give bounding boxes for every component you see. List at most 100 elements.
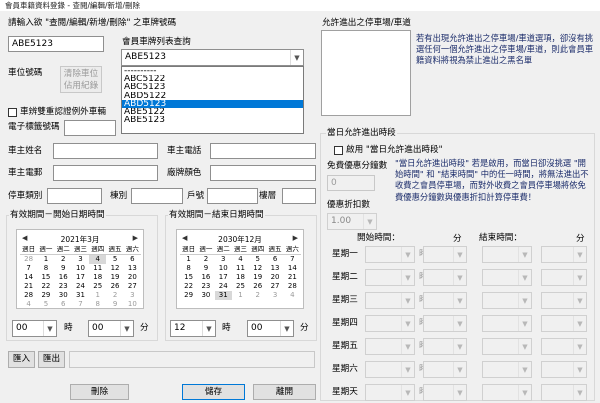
discount-combo[interactable]: 1.00 ▼: [327, 213, 377, 230]
start-calendar-grid[interactable]: 週日 週一 週二 週三 週四 週五 週六 28 1 2 3 4 5 6 7 8 9 10 11 12 13 14 15…: [20, 245, 141, 309]
weekday-start-hour[interactable]: ▼: [365, 315, 415, 332]
start-hour-combo[interactable]: 00 ▼: [12, 320, 57, 337]
free-minutes-input[interactable]: 0: [327, 175, 375, 191]
chevron-down-icon[interactable]: ▼: [290, 50, 303, 65]
chevron-down-icon[interactable]: ▼: [573, 270, 586, 285]
weekday-start-hour[interactable]: ▼: [365, 292, 415, 309]
end-calendar[interactable]: ◀ 2030年12月 ▶ 週日 週一 週二 週三 週四 週五 週六 1234567 8 9 10…: [176, 229, 304, 309]
weekday-start-hour[interactable]: ▼: [365, 361, 415, 378]
export-button[interactable]: 匯出: [38, 351, 65, 368]
plate-input[interactable]: ABE5123: [8, 36, 104, 52]
weekday-end-minute[interactable]: ▼: [541, 361, 587, 378]
chevron-down-icon[interactable]: ▼: [401, 362, 414, 377]
plate-option[interactable]: ABC5123: [122, 83, 303, 91]
plate-dropdown-list[interactable]: ---------- ABC5122 ABC5123 ABD5122 ABD51…: [121, 66, 304, 134]
chevron-down-icon[interactable]: ▼: [573, 339, 586, 354]
chevron-down-icon[interactable]: ▼: [453, 316, 466, 331]
park-no-button[interactable]: 車位號碼: [8, 66, 48, 84]
phone-input[interactable]: [210, 143, 316, 159]
end-minute-combo[interactable]: 00 ▼: [247, 320, 294, 337]
chevron-down-icon[interactable]: ▼: [43, 321, 56, 336]
chevron-down-icon[interactable]: ▼: [453, 247, 466, 262]
weekday-start-minute[interactable]: ▼: [423, 384, 467, 401]
color-input[interactable]: [210, 165, 316, 181]
email-input[interactable]: [53, 165, 158, 181]
plate-option[interactable]: ----------: [122, 67, 303, 75]
end-hour-combo[interactable]: 12 ▼: [170, 320, 216, 337]
chevron-down-icon[interactable]: ▼: [453, 293, 466, 308]
weekday-end-hour[interactable]: ▼: [482, 338, 532, 355]
chevron-down-icon[interactable]: ▼: [401, 385, 414, 400]
weekday-end-minute[interactable]: ▼: [541, 384, 587, 401]
allowed-lanes-list[interactable]: [321, 30, 411, 116]
chevron-down-icon[interactable]: ▼: [401, 270, 414, 285]
chevron-down-icon[interactable]: ▼: [202, 321, 215, 336]
chevron-down-icon[interactable]: ▼: [518, 270, 531, 285]
weekday-start-hour[interactable]: ▼: [365, 338, 415, 355]
chevron-down-icon[interactable]: ▼: [573, 362, 586, 377]
save-button[interactable]: 儲存: [182, 384, 245, 400]
end-calendar-grid[interactable]: 週日 週一 週二 週三 週四 週五 週六 1234567 8 9 10 11 12 13 14 15 16…: [180, 245, 301, 300]
weekday-start-minute[interactable]: ▼: [423, 269, 467, 286]
weekday-end-minute[interactable]: ▼: [541, 269, 587, 286]
next-month-icon[interactable]: ▶: [293, 234, 298, 242]
chevron-down-icon[interactable]: ▼: [453, 270, 466, 285]
weekday-end-hour[interactable]: ▼: [482, 246, 532, 263]
weekday-end-hour[interactable]: ▼: [482, 292, 532, 309]
plate-option[interactable]: ABE5122: [122, 108, 303, 116]
weekday-end-minute[interactable]: ▼: [541, 338, 587, 355]
chevron-down-icon[interactable]: ▼: [518, 293, 531, 308]
chevron-down-icon[interactable]: ▼: [518, 339, 531, 354]
plate-option-highlighted[interactable]: ABD5123: [122, 99, 303, 108]
weekday-end-minute[interactable]: ▼: [541, 246, 587, 263]
chevron-down-icon[interactable]: ▼: [573, 247, 586, 262]
clear-park-button[interactable]: 清除車位佔用紀錄: [60, 66, 102, 93]
daily-enable-checkbox[interactable]: [334, 146, 343, 155]
plate-option[interactable]: ABD5122: [122, 92, 303, 100]
weekday-start-minute[interactable]: ▼: [423, 292, 467, 309]
chevron-down-icon[interactable]: ▼: [573, 316, 586, 331]
chevron-down-icon[interactable]: ▼: [518, 362, 531, 377]
floor-input[interactable]: [282, 188, 316, 204]
import-button[interactable]: 匯入: [8, 351, 35, 368]
plate-option[interactable]: ABE5123: [122, 116, 303, 124]
weekday-start-minute[interactable]: ▼: [423, 315, 467, 332]
weekday-start-hour[interactable]: ▼: [365, 269, 415, 286]
chevron-down-icon[interactable]: ▼: [573, 293, 586, 308]
owner-input[interactable]: [53, 143, 158, 159]
etag-input[interactable]: [64, 120, 116, 136]
chevron-down-icon[interactable]: ▼: [401, 293, 414, 308]
delete-button[interactable]: 刪除: [70, 384, 129, 400]
start-calendar[interactable]: ◀ 2021年3月 ▶ 週日 週一 週二 週三 週四 週五 週六 28 1 2 3 4 5 6 7891…: [16, 229, 144, 309]
chevron-down-icon[interactable]: ▼: [453, 385, 466, 400]
category-input[interactable]: [47, 188, 102, 204]
chevron-down-icon[interactable]: ▼: [401, 339, 414, 354]
start-minute-combo[interactable]: 00 ▼: [88, 320, 134, 337]
chevron-down-icon[interactable]: ▼: [518, 385, 531, 400]
weekday-start-hour[interactable]: ▼: [365, 246, 415, 263]
plate-option[interactable]: ABC5122: [122, 75, 303, 83]
weekday-start-hour[interactable]: ▼: [365, 384, 415, 401]
weekday-start-minute[interactable]: ▼: [423, 338, 467, 355]
building-input[interactable]: [131, 188, 183, 204]
weekday-end-minute[interactable]: ▼: [541, 315, 587, 332]
chevron-down-icon[interactable]: ▼: [280, 321, 293, 336]
chevron-down-icon[interactable]: ▼: [518, 247, 531, 262]
chevron-down-icon[interactable]: ▼: [401, 316, 414, 331]
chevron-down-icon[interactable]: ▼: [401, 247, 414, 262]
chevron-down-icon[interactable]: ▼: [573, 385, 586, 400]
weekday-end-hour[interactable]: ▼: [482, 315, 532, 332]
next-month-icon[interactable]: ▶: [133, 234, 138, 242]
unit-input[interactable]: [207, 188, 258, 204]
identify-exception-checkbox[interactable]: [8, 108, 17, 117]
chevron-down-icon[interactable]: ▼: [363, 214, 376, 229]
weekday-start-minute[interactable]: ▼: [423, 246, 467, 263]
chevron-down-icon[interactable]: ▼: [453, 362, 466, 377]
weekday-end-hour[interactable]: ▼: [482, 269, 532, 286]
weekday-end-hour[interactable]: ▼: [482, 361, 532, 378]
chevron-down-icon[interactable]: ▼: [518, 316, 531, 331]
leave-button[interactable]: 離開: [253, 384, 316, 400]
weekday-end-hour[interactable]: ▼: [482, 384, 532, 401]
plate-list-combo[interactable]: ABE5123 ▼: [121, 49, 304, 66]
chevron-down-icon[interactable]: ▼: [120, 321, 133, 336]
